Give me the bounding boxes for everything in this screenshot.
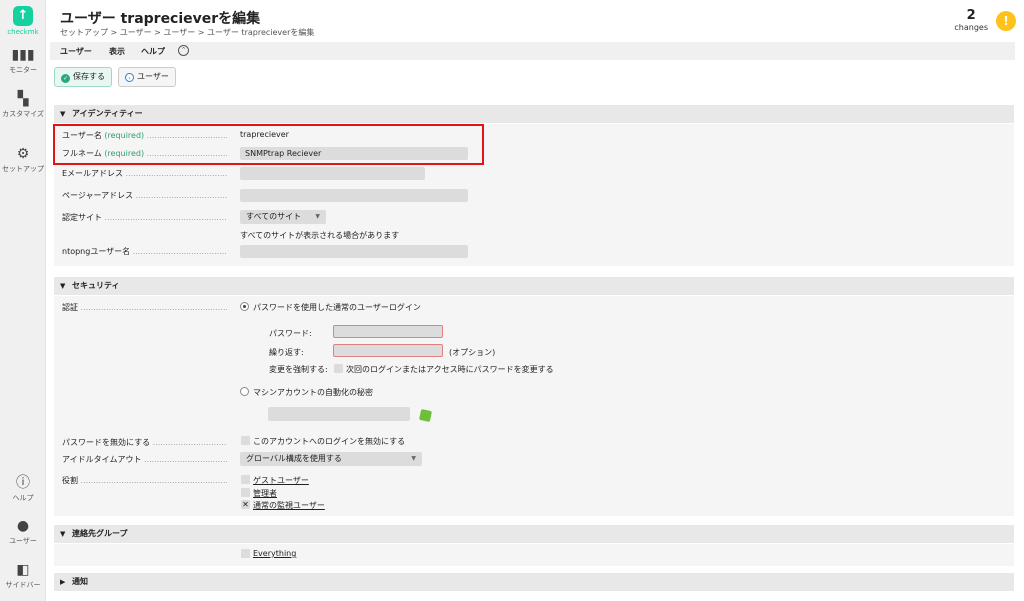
users-button-label: ユーザー	[137, 72, 169, 81]
section-contact-groups-header[interactable]: ▼ 連絡先グループ	[54, 525, 1014, 543]
sidebar-item-label: モニター	[9, 66, 37, 74]
machine-secret-input[interactable]	[268, 407, 410, 421]
collapse-arrow-icon: ▼	[60, 110, 66, 118]
repeat-password-input[interactable]	[333, 344, 443, 357]
sidebar-item-setup[interactable]: ⚙ セットアップ	[0, 147, 46, 174]
checkmk-logo[interactable]: ↑ checkmk	[0, 6, 46, 36]
ntopng-label: ntopngユーザー名	[62, 246, 227, 257]
users-button[interactable]: ‹ ユーザー	[118, 67, 176, 87]
grid-icon: ▚	[17, 91, 29, 107]
roles-label: 役割	[62, 475, 227, 486]
changes-counter[interactable]: 2 changes	[954, 8, 988, 33]
idle-timeout-value: グローバル構成を使用する	[246, 454, 342, 463]
dice-icon[interactable]	[418, 408, 433, 423]
idle-timeout-select[interactable]: グローバル構成を使用する ▼	[240, 452, 422, 466]
save-button[interactable]: ✓ 保存する	[54, 67, 112, 87]
pager-input[interactable]	[240, 189, 468, 202]
sidebar-item-label: カスタマイズ	[2, 110, 44, 118]
force-change-checkbox[interactable]	[334, 364, 343, 373]
section-identity-header[interactable]: ▼ アイデンティティー	[54, 105, 1014, 123]
chevron-down-icon: ▼	[411, 455, 416, 462]
collapse-menu-icon[interactable]: ⌃	[178, 45, 189, 56]
section-security-header[interactable]: ▼ セキュリティ	[54, 277, 1014, 295]
ntopng-input[interactable]	[240, 245, 468, 258]
normal-login-radio[interactable]	[240, 302, 249, 311]
disable-password-label: パスワードを無効にする	[62, 437, 227, 448]
sidebar: ↑ checkmk ▮▮▮ モニター ▚ カスタマイズ ⚙ セットアップ ⓘ ヘ…	[0, 0, 46, 601]
sidebar-item-user[interactable]: ● ユーザー	[0, 519, 46, 546]
expand-arrow-icon: ▶	[60, 578, 66, 586]
info-icon: ⓘ	[16, 475, 30, 491]
contact-group-checkbox[interactable]	[241, 549, 250, 558]
site-note: すべてのサイトが表示される場合があります	[240, 231, 400, 240]
sidebar-item-label: サイドバー	[5, 581, 41, 589]
sidebar-item-monitor[interactable]: ▮▮▮ モニター	[0, 48, 46, 75]
user-icon: ●	[16, 518, 30, 534]
site-select-value: すべてのサイト	[246, 212, 302, 221]
back-icon: ‹	[125, 73, 134, 82]
checkmark-icon: ✓	[61, 74, 70, 83]
machine-secret-radio[interactable]	[240, 387, 249, 396]
auth-label: 認証	[62, 302, 227, 313]
role-admin-checkbox[interactable]	[241, 488, 250, 497]
menu-user[interactable]: ユーザー	[60, 46, 92, 57]
machine-secret-label: マシンアカウントの自動化の秘密	[253, 388, 373, 397]
password-label: パスワード:	[269, 329, 312, 338]
repeat-password-label: 繰り返す:	[269, 348, 304, 357]
menu-bar: ユーザー 表示 ヘルプ ⌃	[50, 42, 1015, 60]
email-input[interactable]	[240, 167, 425, 180]
save-button-label: 保存する	[73, 72, 105, 81]
force-change-text: 次回のログインまたはアクセス時にパスワードを変更する	[346, 365, 554, 374]
role-user-checkbox[interactable]: ✕	[241, 500, 250, 509]
password-input[interactable]	[333, 325, 443, 338]
role-guest-checkbox[interactable]	[241, 475, 250, 484]
menu-display[interactable]: 表示	[109, 46, 125, 57]
page-title: ユーザー traprecieverを編集	[60, 11, 261, 27]
normal-login-label: パスワードを使用した通常のユーザーログイン	[253, 303, 421, 312]
disable-login-checkbox[interactable]	[241, 436, 250, 445]
page-header: ユーザー traprecieverを編集 セットアップ > ユーザー > ユーザ…	[50, 0, 1024, 40]
section-title: 通知	[72, 577, 88, 586]
sidebar-item-label: ヘルプ	[12, 494, 34, 502]
chart-icon: ▮▮▮	[11, 47, 35, 63]
force-change-label: 変更を強制する:	[269, 365, 328, 374]
section-notifications-header[interactable]: ▶ 通知	[54, 573, 1014, 591]
highlight-box	[53, 124, 484, 165]
section-title: 連絡先グループ	[72, 529, 128, 538]
sidebar-item-help[interactable]: ⓘ ヘルプ	[0, 476, 46, 503]
section-title: アイデンティティー	[72, 109, 143, 118]
warning-icon[interactable]: !	[996, 11, 1016, 31]
checkmk-logo-icon: ↑	[13, 6, 33, 26]
changes-label: changes	[954, 23, 988, 32]
gear-icon: ⚙	[16, 146, 30, 162]
disable-login-text: このアカウントへのログインを無効にする	[253, 437, 406, 446]
sidebar-item-label: セットアップ	[2, 165, 44, 173]
collapse-arrow-icon: ▼	[60, 530, 66, 538]
collapse-arrow-icon: ▼	[60, 282, 66, 290]
role-user-link[interactable]: 通常の監視ユーザー	[253, 500, 325, 511]
sidebar-item-label: ユーザー	[9, 537, 37, 545]
sidebar-icon: ◧	[16, 562, 30, 578]
idle-timeout-label: アイドルタイムアウト	[62, 454, 227, 465]
sidebar-item-sidebar[interactable]: ◧ サイドバー	[0, 563, 46, 590]
role-guest-link[interactable]: ゲストユーザー	[253, 475, 309, 486]
pager-label: ページャーアドレス	[62, 190, 227, 201]
sidebar-item-customize[interactable]: ▚ カスタマイズ	[0, 92, 46, 119]
site-label: 認定サイト	[62, 212, 227, 223]
breadcrumb[interactable]: セットアップ > ユーザー > ユーザー > ユーザー trapreciever…	[60, 27, 314, 38]
logo-text: checkmk	[7, 28, 39, 36]
changes-count: 2	[966, 8, 976, 23]
menu-help[interactable]: ヘルプ	[141, 46, 165, 57]
contact-group-everything[interactable]: Everything	[253, 549, 296, 558]
site-select[interactable]: すべてのサイト ▼	[240, 210, 326, 224]
role-admin-link[interactable]: 管理者	[253, 488, 277, 499]
optional-note: (オプション)	[449, 348, 496, 357]
section-title: セキュリティ	[72, 281, 120, 290]
chevron-down-icon: ▼	[315, 213, 320, 220]
email-label: Eメールアドレス	[62, 168, 227, 179]
section-contact-groups-body	[54, 544, 1014, 566]
